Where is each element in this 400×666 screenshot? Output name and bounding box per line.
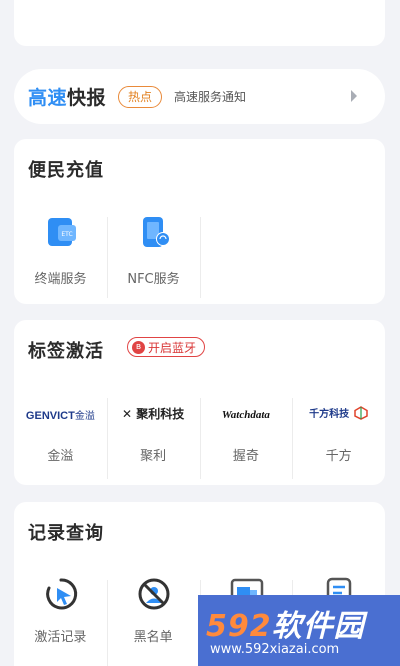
- bluetooth-icon: ʙ: [132, 340, 145, 354]
- news-bar[interactable]: 高速快报 热点 高速服务通知: [14, 69, 385, 124]
- juli-logo: ✕ 聚利科技: [122, 407, 185, 421]
- qianfang-logo-mark: [354, 405, 368, 420]
- section-title: 记录查询: [28, 523, 104, 544]
- blacklist-label: 黑名单: [133, 630, 173, 645]
- nfc-service-label: NFC服务: [127, 272, 180, 287]
- terminal-service-label: 终端服务: [34, 272, 87, 287]
- watermark-number: 592: [206, 609, 272, 644]
- qianfang-label: 千方: [325, 449, 352, 464]
- watermark-text: 软件园: [271, 609, 365, 644]
- juli-label: 聚利: [140, 449, 167, 464]
- qianfang-logo: 千方科技: [292, 402, 385, 421]
- top-card: [14, 0, 385, 46]
- qianfang-button[interactable]: 千方科技 千方: [292, 388, 385, 483]
- activation-record-icon: [46, 578, 78, 610]
- watchdata-button[interactable]: Watchdata 握奇: [199, 388, 293, 483]
- news-title-rest: 快报: [67, 87, 107, 109]
- news-text: 高速服务通知: [174, 90, 247, 104]
- section-title: 标签激活: [28, 341, 104, 362]
- blacklist-icon: [138, 578, 170, 610]
- genvict-label: 金溢: [47, 449, 74, 464]
- activate-section: 标签激活 ʙ 开启蓝牙 GENVICT金溢 金溢 ✕ 聚利科技 聚利 Watch…: [14, 320, 385, 485]
- svg-text:ETC: ETC: [61, 231, 72, 238]
- genvict-logo: GENVICT金溢: [25, 410, 95, 422]
- bluetooth-button[interactable]: ʙ 开启蓝牙: [127, 337, 206, 357]
- hot-badge: 热点: [118, 85, 163, 108]
- genvict-button[interactable]: GENVICT金溢 金溢: [14, 388, 107, 483]
- section-title: 便民充值: [28, 160, 104, 181]
- watermark-url: www.592xiazai.com: [210, 642, 340, 657]
- site-watermark: 592软件园 www.592xiazai.com: [198, 595, 400, 666]
- terminal-service-button[interactable]: ETC 终端服务: [14, 207, 107, 302]
- watchdata-label: 握奇: [232, 449, 259, 464]
- chevron-right-icon: [351, 90, 357, 102]
- nfc-service-button[interactable]: NFC服务: [107, 207, 200, 302]
- nfc-phone-icon: [143, 217, 170, 247]
- juli-button[interactable]: ✕ 聚利科技 聚利: [106, 388, 200, 483]
- activation-record-label: 激活记录: [34, 630, 87, 645]
- etc-card-icon: ETC: [48, 218, 76, 246]
- watermark-brand: 592软件园: [206, 601, 365, 645]
- charge-section: 便民充值 ETC 终端服务 NFC服务: [14, 139, 385, 304]
- blacklist-button[interactable]: 黑名单: [106, 570, 200, 666]
- watchdata-logo: Watchdata: [221, 409, 270, 421]
- bluetooth-label: 开启蓝牙: [148, 340, 197, 355]
- activation-record-button[interactable]: 激活记录: [14, 570, 107, 666]
- news-title: 高速快报: [28, 83, 106, 110]
- news-title-highlight: 高速: [28, 87, 68, 109]
- empty-cell: [200, 207, 293, 302]
